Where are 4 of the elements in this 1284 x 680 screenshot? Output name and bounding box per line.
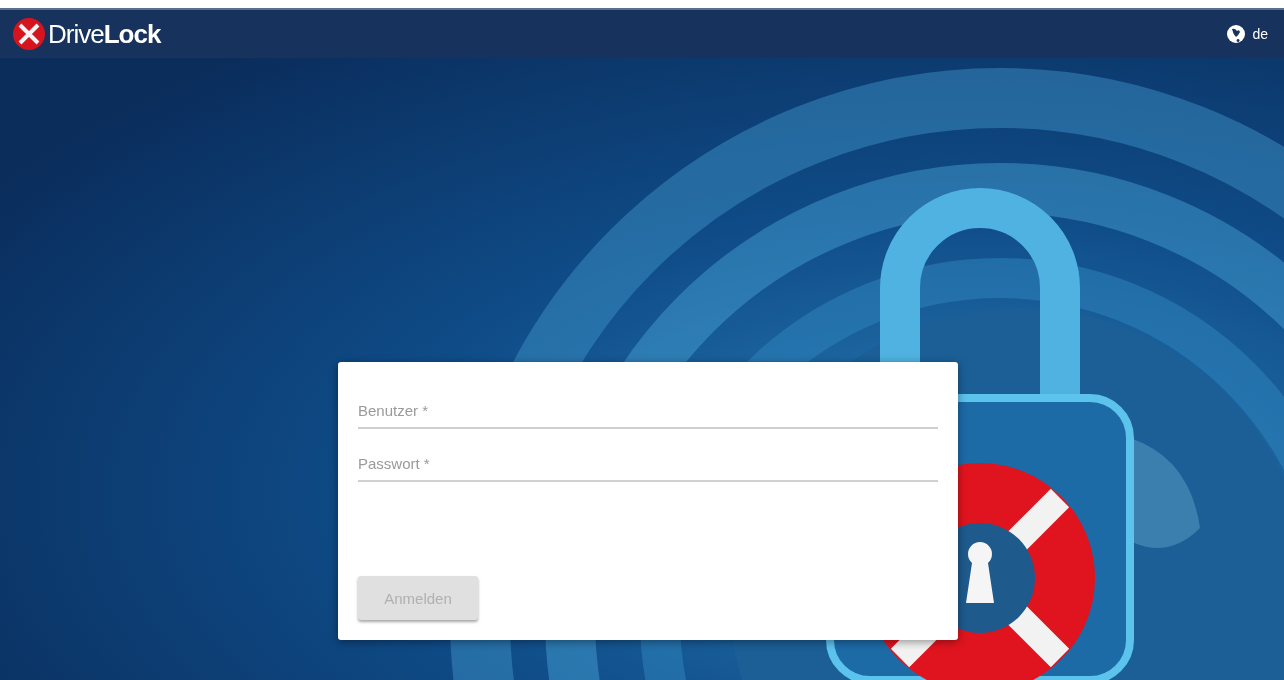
logo-text: DriveLock — [48, 18, 161, 50]
language-button[interactable]: de — [1226, 24, 1268, 44]
x-logo-icon — [12, 17, 46, 51]
globe-icon — [1226, 24, 1247, 44]
